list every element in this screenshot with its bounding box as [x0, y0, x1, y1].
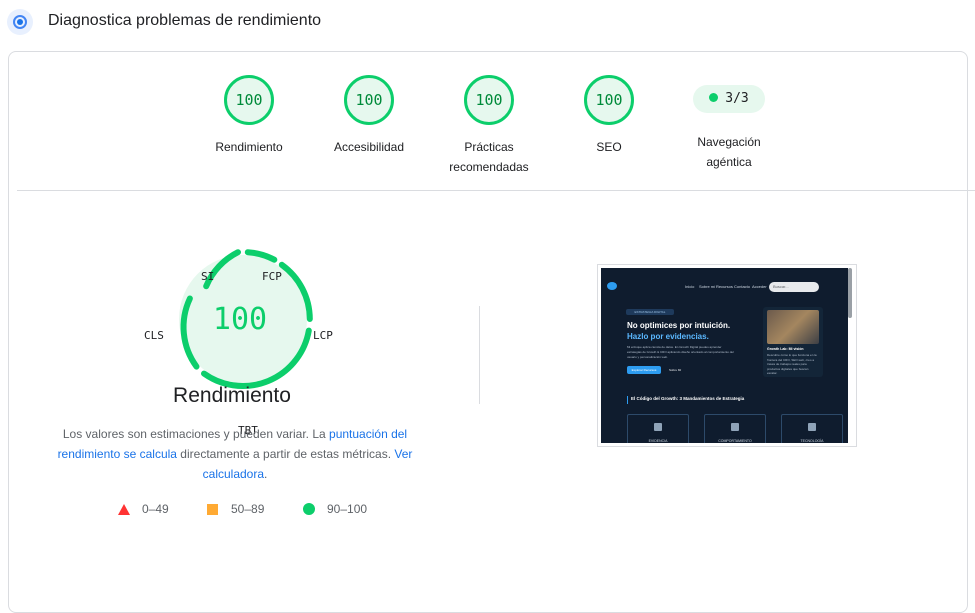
gauge-label: SEO [596, 140, 622, 154]
nav-item: Inicio [685, 284, 695, 289]
section-title: Diagnostica problemas de rendimiento [48, 12, 322, 29]
nav-item: Contacto [734, 284, 751, 289]
score-circle: 100 [464, 75, 514, 125]
metric-cls-label: CLS [144, 329, 164, 342]
score-circle: 100 [224, 75, 274, 125]
section-header: Diagnostica problemas de rendimiento [0, 0, 975, 46]
gauge-label: Rendimiento [215, 140, 283, 154]
hero-cta: Explorar Recursos [627, 366, 661, 374]
score-pill: 3/3 [693, 85, 765, 113]
gauge-label: Accesibilidad [333, 140, 405, 154]
site-search: Buscar... [769, 282, 819, 292]
card-title: Growth Lab: Mi visión [767, 347, 804, 351]
metric-fcp-label: FCP [262, 270, 282, 283]
fail-triangle-icon [118, 504, 130, 515]
gauge-accessibility[interactable]: 100 Accesibilidad [304, 75, 434, 157]
desc-text: . [264, 467, 268, 481]
headline-line1: No optimices por intuición. [627, 321, 731, 330]
section-heading: El Código del Growth: 3 Mandamientos de … [631, 396, 745, 401]
score-circle: 100 [584, 75, 634, 125]
section-accent [627, 396, 628, 404]
gauge-label: Prácticas recomendadas [449, 140, 529, 174]
feature-box: TECNOLOGÍA [781, 414, 843, 443]
legend-range: 90–100 [327, 502, 368, 516]
category-gauges: 100 Rendimiento 100 Accesibilidad 100 Pr… [9, 75, 967, 205]
metric-si-label: SI [201, 270, 215, 283]
pass-dot-icon [709, 93, 719, 102]
hero-photo [767, 310, 819, 344]
gauge-best-practices[interactable]: 100 Prácticas recomendadas [424, 75, 554, 177]
hero-tag: ESTRATEGIA DIGITAL [626, 309, 674, 315]
pencil-icon [654, 423, 662, 431]
gauge-agentic-navigation[interactable]: 3/3 Navegación agéntica [664, 75, 794, 172]
nav-item: Acceder [752, 284, 767, 289]
performance-score: 100 [213, 302, 267, 337]
performance-title: Rendimiento [173, 384, 291, 407]
nav-item: Recursos [716, 284, 733, 289]
feature-box: EVIDENCIA [627, 414, 689, 443]
hero-card: Growth Lab: Mi visión Descubre cómo lo q… [763, 307, 823, 377]
pill-score: 3/3 [725, 91, 749, 106]
legend-range: 50–89 [231, 502, 265, 516]
site-logo-icon [607, 282, 617, 290]
metric-lcp-label: LCP [313, 329, 333, 342]
feature-title: TECNOLOGÍA [800, 439, 824, 443]
lighthouse-icon [7, 9, 33, 35]
gauge-seo[interactable]: 100 SEO [544, 75, 674, 157]
hero-headline: No optimices por intuición. Hazlo por ev… [627, 320, 777, 342]
headline-line2: Hazlo por evidencias. [627, 332, 709, 341]
chat-icon [731, 423, 739, 431]
vertical-divider [479, 306, 480, 404]
card-text: Descubre cómo lo que funciona en la fron… [767, 353, 817, 375]
hero-paragraph: Mi enfoque aplica ciencia de datos. En G… [627, 345, 734, 359]
desc-text: Los valores son estimaciones y pueden va… [62, 427, 330, 441]
legend-range: 0–49 [142, 502, 169, 516]
page-screenshot-thumbnail[interactable]: Inicio Sobre mí Recursos Contacto Accede… [597, 264, 857, 447]
screenshot-image: Inicio Sobre mí Recursos Contacto Accede… [601, 268, 848, 443]
score-circle: 100 [344, 75, 394, 125]
feature-box: COMPORTAMIENTO [704, 414, 766, 443]
pass-circle-icon [303, 503, 315, 515]
chart-icon [808, 423, 816, 431]
desc-text: directamente a partir de estas métricas. [176, 447, 395, 461]
gauge-performance[interactable]: 100 Rendimiento [184, 75, 314, 157]
divider [17, 190, 975, 191]
feature-title: COMPORTAMIENTO [718, 439, 752, 443]
hero-secondary-link: Sobre Mí [669, 368, 682, 372]
feature-title: EVIDENCIA [648, 439, 668, 443]
performance-description: Los valores son estimaciones y pueden va… [50, 424, 420, 484]
gauge-label: Navegación agéntica [697, 135, 761, 169]
average-square-icon [207, 504, 218, 515]
screenshot-scrollbar [848, 268, 852, 318]
nav-item: Sobre mí [699, 284, 716, 289]
